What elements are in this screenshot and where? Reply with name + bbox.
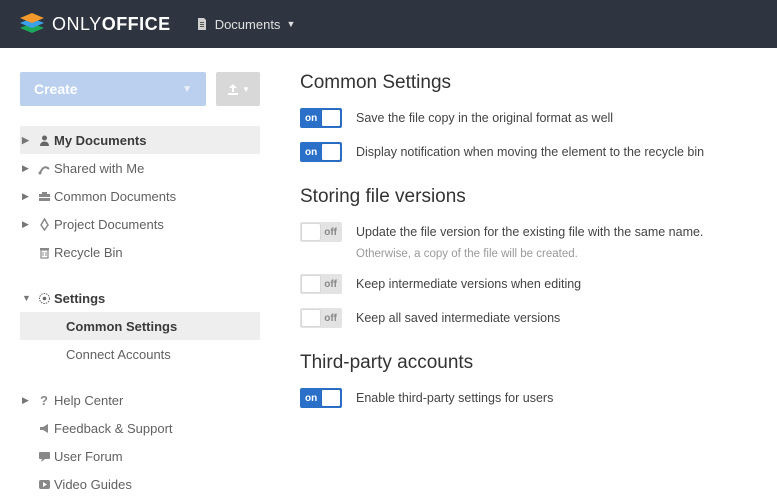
expand-icon: ▶ [22, 191, 34, 202]
setting-row: off Update the file version for the exis… [300, 222, 753, 242]
content-area: Common Settings on Save the file copy in… [260, 48, 777, 498]
sidebar-item-my-documents[interactable]: ▶ My Documents [20, 126, 260, 154]
setting-row: on Save the file copy in the original fo… [300, 108, 753, 128]
logo-icon [20, 13, 44, 35]
nav-label: Video Guides [54, 477, 132, 492]
play-icon [34, 478, 54, 491]
nav-label: Connect Accounts [66, 347, 171, 362]
gear-icon [34, 292, 54, 305]
setting-label: Enable third-party settings for users [356, 391, 553, 405]
setting-row: off Keep intermediate versions when edit… [300, 274, 753, 294]
caret-down-icon: ▼ [242, 85, 250, 94]
setting-row: on Enable third-party settings for users [300, 388, 753, 408]
toggle-thirdparty[interactable]: on [300, 388, 342, 408]
sidebar-item-forum[interactable]: User Forum [20, 442, 260, 470]
header-menu-label: Documents [215, 17, 281, 32]
nav-label: Common Settings [66, 319, 177, 334]
toggle-keep-intermediate[interactable]: off [300, 274, 342, 294]
caret-down-icon: ▼ [286, 19, 295, 29]
setting-row: on Display notification when moving the … [300, 142, 753, 162]
nav-label: Project Documents [54, 217, 164, 232]
setting-hint: Otherwise, a copy of the file will be cr… [356, 248, 753, 260]
nav-label: Feedback & Support [54, 421, 173, 436]
sidebar-item-common[interactable]: ▶ Common Documents [20, 182, 260, 210]
create-button-label: Create [34, 81, 78, 97]
setting-row: off Keep all saved intermediate versions [300, 308, 753, 328]
nav-label: Shared with Me [54, 161, 144, 176]
project-icon [34, 218, 54, 231]
setting-label: Save the file copy in the original forma… [356, 111, 613, 125]
nav-label: Help Center [54, 393, 123, 408]
sidebar-item-project[interactable]: ▶ Project Documents [20, 210, 260, 238]
collapse-icon: ▼ [22, 293, 34, 303]
toggle-keep-all-saved[interactable]: off [300, 308, 342, 328]
megaphone-icon [34, 422, 54, 435]
sidebar-item-settings[interactable]: ▼ Settings [20, 284, 260, 312]
upload-button[interactable]: ▼ [216, 72, 260, 106]
sidebar-item-feedback[interactable]: Feedback & Support [20, 414, 260, 442]
sidebar-item-shared[interactable]: ▶ Shared with Me [20, 154, 260, 182]
person-icon [34, 134, 54, 147]
sidebar-item-recycle[interactable]: Recycle Bin [20, 238, 260, 266]
brand-text: ONLYOFFICE [52, 14, 171, 35]
trash-icon [34, 246, 54, 259]
section-title-thirdparty: Third-party accounts [300, 352, 753, 374]
expand-icon: ▶ [22, 395, 34, 406]
sidebar-item-video[interactable]: Video Guides [20, 470, 260, 498]
briefcase-icon [34, 190, 54, 203]
sidebar-item-help[interactable]: ▶ ? Help Center [20, 386, 260, 414]
nav-label: Recycle Bin [54, 245, 123, 260]
expand-icon: ▶ [22, 163, 34, 174]
sidebar-nav: ▶ My Documents ▶ Shared with Me ▶ Common… [20, 126, 260, 498]
nav-label: Common Documents [54, 189, 176, 204]
sidebar: Create ▼ ▼ ▶ My Documents ▶ Shared with … [0, 48, 260, 498]
toggle-save-copy[interactable]: on [300, 108, 342, 128]
setting-label: Keep intermediate versions when editing [356, 277, 581, 291]
upload-icon [226, 82, 240, 96]
toggle-update-version[interactable]: off [300, 222, 342, 242]
sidebar-subitem-connect-accounts[interactable]: Connect Accounts [20, 340, 260, 368]
caret-down-icon: ▼ [182, 84, 192, 95]
nav-label: My Documents [54, 133, 146, 148]
brand-logo: ONLYOFFICE [20, 13, 171, 35]
sidebar-subitem-common-settings[interactable]: Common Settings [20, 312, 260, 340]
shared-icon [34, 162, 54, 175]
document-icon [195, 17, 209, 31]
setting-label: Keep all saved intermediate versions [356, 311, 560, 325]
setting-label: Display notification when moving the ele… [356, 145, 704, 159]
expand-icon: ▶ [22, 219, 34, 230]
nav-label: User Forum [54, 449, 123, 464]
section-title-common: Common Settings [300, 72, 753, 94]
header-documents-menu[interactable]: Documents ▼ [195, 17, 296, 32]
section-title-versions: Storing file versions [300, 186, 753, 208]
help-icon: ? [34, 393, 54, 408]
nav-label: Settings [54, 291, 105, 306]
expand-icon: ▶ [22, 135, 34, 146]
chat-icon [34, 450, 54, 463]
app-header: ONLYOFFICE Documents ▼ [0, 0, 777, 48]
create-button[interactable]: Create ▼ [20, 72, 206, 106]
toggle-display-notification[interactable]: on [300, 142, 342, 162]
setting-label: Update the file version for the existing… [356, 225, 703, 239]
